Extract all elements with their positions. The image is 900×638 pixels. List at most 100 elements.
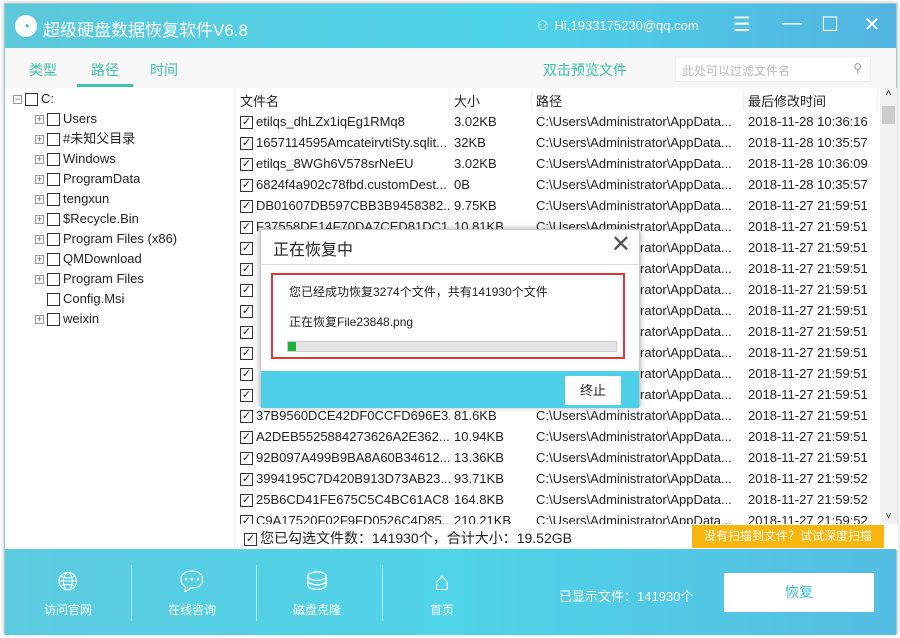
row-checkbox[interactable]: ✓: [240, 284, 253, 297]
dialog-close-icon[interactable]: ✕: [611, 230, 631, 259]
close-button[interactable]: ✕: [857, 12, 887, 37]
table-row[interactable]: ✓C9A17520F02F9FD0526C4D85...210.21KBC:\U…: [236, 511, 880, 524]
table-row[interactable]: ✓1657114595AmcateirvtiSty.sqlit...32KBC:…: [236, 133, 880, 154]
preview-link[interactable]: 双击预览文件: [543, 60, 627, 80]
checkbox[interactable]: [47, 113, 60, 126]
checkbox[interactable]: [25, 93, 38, 106]
row-checkbox[interactable]: ✓: [240, 389, 253, 402]
scrollbar[interactable]: ˄˅: [880, 88, 897, 524]
row-checkbox[interactable]: ✓: [240, 515, 253, 524]
table-row[interactable]: ✓A2DEB5525884273626A2E362...10.94KBC:\Us…: [236, 427, 880, 448]
checkbox[interactable]: [47, 213, 60, 226]
expand-icon[interactable]: +: [35, 115, 44, 124]
tree-item[interactable]: +$Recycle.Bin: [35, 210, 139, 228]
checkbox[interactable]: [47, 133, 60, 146]
row-checkbox[interactable]: ✓: [240, 305, 253, 318]
checkbox[interactable]: [47, 233, 60, 246]
row-checkbox[interactable]: ✓: [240, 158, 253, 171]
tree-item[interactable]: +ProgramData: [35, 170, 140, 188]
row-checkbox[interactable]: ✓: [240, 473, 253, 486]
tree-item[interactable]: +Program Files: [35, 270, 144, 288]
col-path[interactable]: 路径: [532, 91, 744, 111]
row-checkbox[interactable]: ✓: [240, 200, 253, 213]
tree-item[interactable]: +Config.Msi: [35, 290, 124, 308]
table-row[interactable]: ✓92B097A499B9BA8A60B34612...13.36KBC:\Us…: [236, 448, 880, 469]
home-button[interactable]: ⌂首页: [397, 563, 487, 618]
table-row[interactable]: ✓etilqs_dhLZx1iqEg1RMq83.02KBC:\Users\Ad…: [236, 112, 880, 133]
row-checkbox[interactable]: ✓: [240, 179, 253, 192]
scroll-down-icon[interactable]: ˅: [880, 511, 897, 522]
disk-clone-button[interactable]: ⛁磁盘克隆: [272, 563, 362, 618]
deep-scan-button[interactable]: 没有扫描到文件？试试深度扫描: [692, 525, 884, 548]
divider: [256, 565, 257, 621]
recover-button[interactable]: 恢复: [724, 573, 874, 612]
checkbox[interactable]: [47, 313, 60, 326]
file-size: 93.71KB: [454, 471, 534, 486]
tree-item[interactable]: +tengxun: [35, 190, 109, 208]
tab-time[interactable]: 时间: [150, 60, 178, 80]
tab-path[interactable]: 路径: [77, 60, 133, 87]
maximize-button[interactable]: ☐: [815, 12, 845, 37]
row-checkbox[interactable]: ✓: [240, 368, 253, 381]
checkbox[interactable]: [47, 273, 60, 286]
expand-icon[interactable]: +: [35, 175, 44, 184]
expand-icon[interactable]: +: [35, 275, 44, 284]
scroll-up-icon[interactable]: ˄: [880, 88, 897, 99]
file-path: C:\Users\Administrator\AppData...: [536, 177, 746, 192]
checkbox[interactable]: [47, 153, 60, 166]
search-icon[interactable]: ⚲: [853, 61, 862, 75]
select-all-checkbox[interactable]: ✓: [244, 533, 257, 546]
tree-item[interactable]: +Users: [35, 110, 97, 128]
row-checkbox[interactable]: ✓: [240, 263, 253, 276]
col-name[interactable]: 文件名: [236, 91, 450, 111]
online-consult-button[interactable]: 💬︎在线咨询: [147, 563, 237, 618]
checkbox[interactable]: [47, 293, 60, 306]
table-row[interactable]: ✓37B9560DCE42DF0CCFD696E3...81.6KBC:\Use…: [236, 406, 880, 427]
file-date: 2018-11-27 21:59:52: [748, 471, 878, 486]
stop-button[interactable]: 终止: [565, 376, 621, 405]
tree-item[interactable]: +Windows: [35, 150, 116, 168]
row-checkbox[interactable]: ✓: [240, 452, 253, 465]
collapse-icon[interactable]: −: [13, 95, 22, 104]
col-date[interactable]: 最后修改时间: [744, 91, 878, 111]
menu-icon[interactable]: ☰: [727, 12, 757, 37]
file-path: C:\Users\Administrator\AppData...: [536, 198, 746, 213]
col-size[interactable]: 大小: [450, 91, 532, 111]
row-checkbox[interactable]: ✓: [240, 326, 253, 339]
tree-item[interactable]: +#未知父目录: [35, 130, 135, 148]
table-row[interactable]: ✓25B6CD41FE675C5C4BC61AC8...164.8KBC:\Us…: [236, 490, 880, 511]
visit-website-button[interactable]: 🌐︎访问官网: [23, 563, 113, 618]
tree-root[interactable]: −C:: [13, 90, 54, 108]
search-input[interactable]: 此处可以过滤文件名⚲: [675, 56, 871, 82]
row-checkbox[interactable]: ✓: [240, 242, 253, 255]
table-row[interactable]: ✓3994195C7D420B913D73AB23...93.71KBC:\Us…: [236, 469, 880, 490]
tree-item[interactable]: +Program Files (x86): [35, 230, 177, 248]
checkbox[interactable]: [47, 253, 60, 266]
row-checkbox[interactable]: ✓: [240, 116, 253, 129]
checkbox[interactable]: [47, 173, 60, 186]
file-date: 2018-11-28 10:36:09: [748, 156, 878, 171]
row-checkbox[interactable]: ✓: [240, 137, 253, 150]
row-checkbox[interactable]: ✓: [240, 431, 253, 444]
expand-icon[interactable]: +: [35, 315, 44, 324]
tab-type[interactable]: 类型: [29, 60, 57, 80]
tree-item[interactable]: +weixin: [35, 310, 99, 328]
row-checkbox[interactable]: ✓: [240, 347, 253, 360]
expand-icon[interactable]: +: [35, 255, 44, 264]
expand-icon[interactable]: +: [35, 195, 44, 204]
scroll-thumb[interactable]: [882, 106, 895, 124]
expand-icon[interactable]: +: [35, 215, 44, 224]
checkbox[interactable]: [47, 193, 60, 206]
row-checkbox[interactable]: ✓: [240, 221, 253, 234]
table-row[interactable]: ✓6824f4a902c78fbd.customDest...0BC:\User…: [236, 175, 880, 196]
table-row[interactable]: ✓DB01607DB597CBB3B9458382...9.75KBC:\Use…: [236, 196, 880, 217]
row-checkbox[interactable]: ✓: [240, 410, 253, 423]
minimize-button[interactable]: —: [777, 12, 807, 35]
expand-icon[interactable]: +: [35, 155, 44, 164]
row-checkbox[interactable]: ✓: [240, 494, 253, 507]
tree-item[interactable]: +QMDownload: [35, 250, 142, 268]
expand-icon[interactable]: +: [35, 235, 44, 244]
table-row[interactable]: ✓etilqs_8WGh6V578srNeEU3.02KBC:\Users\Ad…: [236, 154, 880, 175]
user-account[interactable]: ⚇Hi,1933175230@qq.com: [537, 18, 699, 34]
expand-icon[interactable]: +: [35, 135, 44, 144]
